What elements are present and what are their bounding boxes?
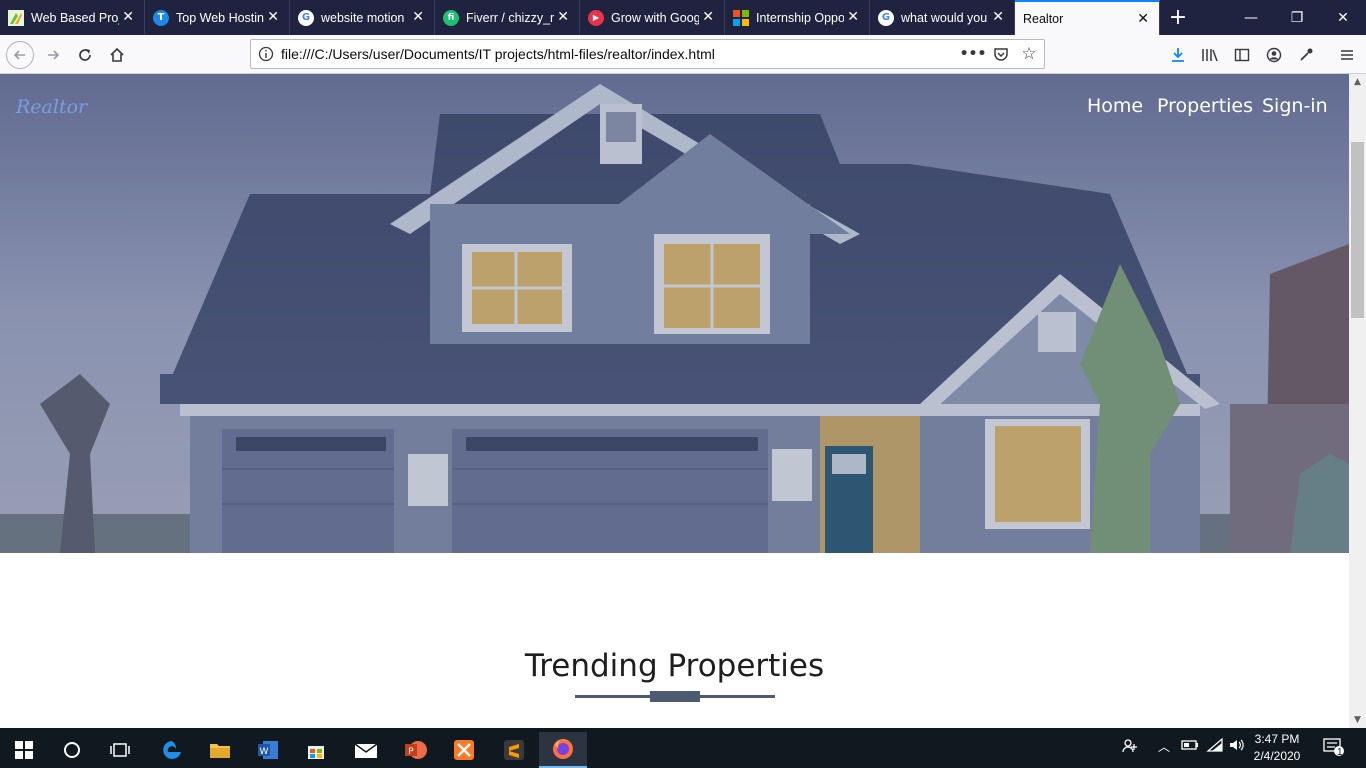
close-icon[interactable]: ✕ xyxy=(1137,11,1149,27)
nav-link-sign-in[interactable]: Sign-in xyxy=(1262,95,1328,117)
tab-label: website motion xyxy=(321,10,405,25)
web-project-favicon-icon xyxy=(8,9,24,26)
svg-text:P: P xyxy=(408,747,414,757)
downloads-button[interactable] xyxy=(1164,41,1192,69)
navigation-toolbar: file:///C:/Users/user/Documents/IT proje… xyxy=(0,35,1366,74)
hero-banner: Realtor Home Properties Sign-in xyxy=(0,74,1349,553)
tab-label: Top Web Hostin xyxy=(176,10,264,25)
close-icon[interactable]: ✕ xyxy=(412,9,424,25)
notification-count-badge: 1 xyxy=(1337,747,1343,758)
library-button[interactable] xyxy=(1196,41,1224,69)
sidebar-icon xyxy=(1234,48,1250,62)
tab-what-would-you[interactable]: G what would you ✕ xyxy=(870,0,1015,35)
new-tab-button[interactable]: + xyxy=(1160,0,1196,35)
microsoft-favicon-icon xyxy=(733,9,749,26)
sublime-icon[interactable] xyxy=(490,732,538,768)
close-icon[interactable]: ✕ xyxy=(122,9,134,25)
site-info-icon[interactable] xyxy=(256,44,276,64)
powerpoint-icon[interactable]: P xyxy=(392,732,440,768)
grow-favicon-icon: ▶ xyxy=(588,9,604,26)
sidebar-button[interactable] xyxy=(1228,41,1256,69)
forward-arrow-icon xyxy=(48,50,60,60)
volume-icon[interactable] xyxy=(1228,738,1246,756)
tab-fiverr[interactable]: fi Fiverr / chizzy_r ✕ xyxy=(435,0,580,35)
system-clock[interactable]: 3:47 PM 2/4/2020 xyxy=(1248,731,1306,765)
bookmark-star-icon[interactable]: ☆ xyxy=(1019,44,1039,64)
scroll-down-arrow-icon[interactable]: ▼ xyxy=(1349,712,1366,728)
tab-web-based-project[interactable]: Web Based Proj ✕ xyxy=(0,0,145,35)
windows-taskbar: W P ︿ 3:47 PM 2/4/2020 1 xyxy=(0,728,1366,768)
start-icon[interactable] xyxy=(0,732,48,768)
back-arrow-icon xyxy=(13,50,25,60)
scrollbar-thumb[interactable] xyxy=(1351,142,1364,318)
minimize-button[interactable]: — xyxy=(1228,0,1274,35)
word-icon[interactable]: W xyxy=(244,732,292,768)
reload-icon xyxy=(79,49,91,61)
account-button[interactable] xyxy=(1260,41,1288,69)
menu-button[interactable] xyxy=(1333,41,1361,69)
forward-button[interactable] xyxy=(39,41,67,69)
tab-label: Fiverr / chizzy_r xyxy=(466,10,554,25)
url-bar[interactable]: file:///C:/Users/user/Documents/IT proje… xyxy=(250,39,1045,69)
svg-text:W: W xyxy=(260,747,269,757)
nav-link-home[interactable]: Home xyxy=(1087,95,1143,117)
firefox-icon[interactable] xyxy=(539,732,587,768)
xampp-icon[interactable] xyxy=(440,732,488,768)
task-view-icon[interactable] xyxy=(96,732,144,768)
tab-strip: Web Based Proj ✕ T Top Web Hostin ✕ G we… xyxy=(0,0,1366,35)
store-icon[interactable] xyxy=(292,732,340,768)
cortana-icon[interactable] xyxy=(48,732,96,768)
close-icon[interactable]: ✕ xyxy=(847,9,859,25)
hosting-t-favicon-icon: T xyxy=(153,9,169,26)
hamburger-menu-icon xyxy=(1341,50,1353,60)
web-page: Realtor Home Properties Sign-in Trending… xyxy=(0,74,1349,728)
home-button[interactable] xyxy=(103,41,131,69)
tab-label: Realtor xyxy=(1023,11,1064,26)
account-icon xyxy=(1266,47,1282,63)
battery-icon[interactable] xyxy=(1181,738,1199,756)
reload-button[interactable] xyxy=(71,41,99,69)
people-icon[interactable] xyxy=(1122,738,1138,758)
window-close-button[interactable]: ✕ xyxy=(1320,0,1366,35)
chevron-up-icon[interactable]: ︿ xyxy=(1158,738,1170,755)
restore-button[interactable]: ❐ xyxy=(1274,0,1320,35)
fiverr-favicon-icon: fi xyxy=(443,9,459,26)
house-hero-image xyxy=(0,74,1349,553)
tab-label: Web Based Proj xyxy=(31,10,119,25)
pocket-icon[interactable] xyxy=(991,44,1011,64)
section-title: Trending Properties xyxy=(524,648,825,684)
eyedropper-icon xyxy=(1300,48,1313,61)
close-icon[interactable]: ✕ xyxy=(557,9,569,25)
close-icon[interactable]: ✕ xyxy=(702,9,714,25)
site-logo[interactable]: Realtor xyxy=(16,96,87,118)
eyedropper-button[interactable] xyxy=(1292,41,1320,69)
scroll-up-arrow-icon[interactable]: ▲ xyxy=(1349,74,1366,90)
tab-grow-with-google[interactable]: ▶ Grow with Goog ✕ xyxy=(580,0,725,35)
tab-label: Internship Oppo xyxy=(756,10,844,25)
title-underline-accent xyxy=(650,691,700,702)
home-icon xyxy=(110,47,124,62)
url-text: file:///C:/Users/user/Documents/IT proje… xyxy=(281,46,715,62)
close-icon[interactable]: ✕ xyxy=(267,9,279,25)
library-icon xyxy=(1202,49,1218,62)
google-favicon-icon: G xyxy=(878,9,894,26)
download-icon xyxy=(1172,48,1184,62)
nav-link-properties[interactable]: Properties xyxy=(1157,95,1253,117)
tab-top-web-hosting[interactable]: T Top Web Hostin ✕ xyxy=(145,0,290,35)
back-button[interactable] xyxy=(6,41,34,69)
clock-time: 3:47 PM xyxy=(1254,732,1300,746)
tab-label: Grow with Goog xyxy=(611,10,699,25)
tab-label: what would you xyxy=(901,10,988,25)
clock-date: 2/4/2020 xyxy=(1253,749,1301,763)
tab-internship[interactable]: Internship Oppo ✕ xyxy=(725,0,870,35)
page-actions-icon[interactable]: ••• xyxy=(960,44,987,64)
edge-icon[interactable] xyxy=(148,732,196,768)
google-favicon-icon: G xyxy=(298,9,314,26)
close-icon[interactable]: ✕ xyxy=(992,9,1004,25)
tab-realtor[interactable]: Realtor ✕ xyxy=(1015,0,1160,35)
file-explorer-icon[interactable] xyxy=(196,732,244,768)
tab-website-motion[interactable]: G website motion ✕ xyxy=(290,0,435,35)
mail-icon[interactable] xyxy=(342,732,390,768)
wifi-icon[interactable] xyxy=(1206,737,1224,756)
